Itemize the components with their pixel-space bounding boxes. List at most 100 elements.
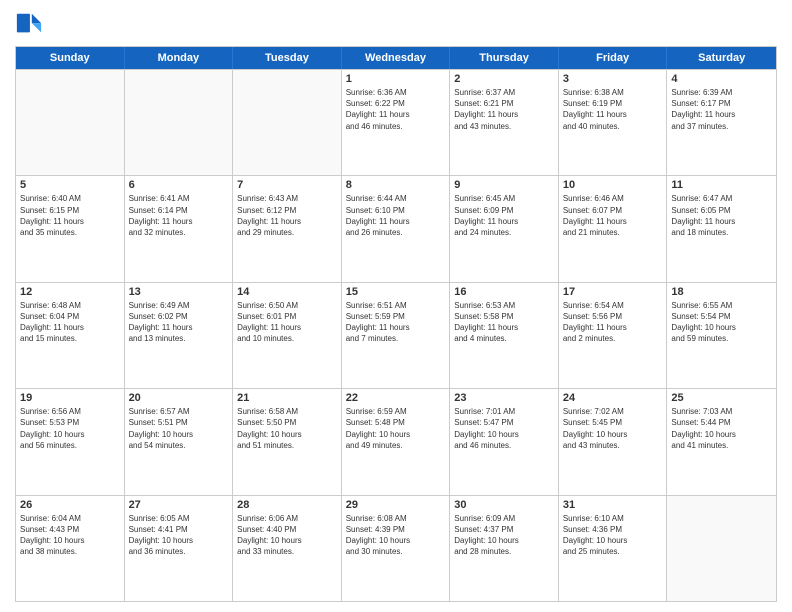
calendar-day-1: 1 Sunrise: 6:36 AM Sunset: 6:22 PM Daylig…	[342, 70, 451, 175]
day-number: 8	[346, 179, 446, 191]
calendar-day-2: 2Sunrise: 6:37 AM Sunset: 6:21 PM Daylig…	[450, 70, 559, 175]
day-info: Sunrise: 6:56 AM Sunset: 5:53 PM Dayligh…	[20, 406, 120, 451]
day-number: 6	[129, 179, 229, 191]
day-number: 2	[454, 73, 554, 85]
day-number: 31	[563, 499, 663, 511]
day-number: 19	[20, 392, 120, 404]
day-number: 27	[129, 499, 229, 511]
day-info: Sunrise: 6:51 AM Sunset: 5:59 PM Dayligh…	[346, 300, 446, 345]
calendar-day-9: 9 Sunrise: 6:45 AM Sunset: 6:09 PM Daylig…	[450, 176, 559, 281]
day-info: Sunrise: 6:55 AM Sunset: 5:54 PM Dayligh…	[671, 300, 772, 345]
day-info: Sunrise: 6:05 AM Sunset: 4:41 PM Dayligh…	[129, 513, 229, 558]
weekday-header-monday: Monday	[125, 47, 234, 69]
day-info: Sunrise: 6:46 AM Sunset: 6:07 PM Dayligh…	[563, 193, 663, 238]
page: SundayMondayTuesdayWednesdayThursdayFrid…	[0, 0, 792, 612]
logo	[15, 10, 47, 38]
day-number: 24	[563, 392, 663, 404]
calendar-day-26: 26 Sunrise: 6:04 AM Sunset: 4:43 PM Dayli…	[16, 496, 125, 601]
calendar-day-24: 24 Sunrise: 7:02 AM Sunset: 5:45 PM Dayli…	[559, 389, 668, 494]
calendar-day-25: 25 Sunrise: 7:03 AM Sunset: 5:44 PM Dayli…	[667, 389, 776, 494]
day-number: 20	[129, 392, 229, 404]
day-info: Sunrise: 6:58 AM Sunset: 5:50 PM Dayligh…	[237, 406, 337, 451]
day-number: 4	[671, 73, 772, 85]
day-info: Sunrise: 6:40 AM Sunset: 6:15 PM Dayligh…	[20, 193, 120, 238]
calendar-day-22: 22Sunrise: 6:59 AM Sunset: 5:48 PM Dayli…	[342, 389, 451, 494]
day-number: 29	[346, 499, 446, 511]
day-info: Sunrise: 6:36 AM Sunset: 6:22 PM Dayligh…	[346, 87, 446, 132]
day-info: Sunrise: 6:50 AM Sunset: 6:01 PM Dayligh…	[237, 300, 337, 345]
calendar-day-16: 16 Sunrise: 6:53 AM Sunset: 5:58 PM Dayli…	[450, 283, 559, 388]
calendar: SundayMondayTuesdayWednesdayThursdayFrid…	[15, 46, 777, 602]
weekday-header-sunday: Sunday	[16, 47, 125, 69]
weekday-header-tuesday: Tuesday	[233, 47, 342, 69]
calendar-body: 1 Sunrise: 6:36 AM Sunset: 6:22 PM Daylig…	[16, 69, 776, 601]
calendar-week-2: 5 Sunrise: 6:40 AM Sunset: 6:15 PM Daylig…	[16, 175, 776, 281]
day-number: 3	[563, 73, 663, 85]
calendar-day-28: 28 Sunrise: 6:06 AM Sunset: 4:40 PM Dayli…	[233, 496, 342, 601]
day-info: Sunrise: 6:54 AM Sunset: 5:56 PM Dayligh…	[563, 300, 663, 345]
day-number: 13	[129, 286, 229, 298]
calendar-week-4: 19 Sunrise: 6:56 AM Sunset: 5:53 PM Dayli…	[16, 388, 776, 494]
calendar-day-15: 15 Sunrise: 6:51 AM Sunset: 5:59 PM Dayli…	[342, 283, 451, 388]
weekday-header-wednesday: Wednesday	[342, 47, 451, 69]
day-info: Sunrise: 6:57 AM Sunset: 5:51 PM Dayligh…	[129, 406, 229, 451]
day-info: Sunrise: 7:02 AM Sunset: 5:45 PM Dayligh…	[563, 406, 663, 451]
calendar-day-3: 3 Sunrise: 6:38 AM Sunset: 6:19 PM Daylig…	[559, 70, 668, 175]
calendar-day-20: 20 Sunrise: 6:57 AM Sunset: 5:51 PM Dayli…	[125, 389, 234, 494]
day-info: Sunrise: 6:47 AM Sunset: 6:05 PM Dayligh…	[671, 193, 772, 238]
day-number: 22	[346, 392, 446, 404]
calendar-day-5: 5 Sunrise: 6:40 AM Sunset: 6:15 PM Daylig…	[16, 176, 125, 281]
day-number: 23	[454, 392, 554, 404]
day-info: Sunrise: 6:48 AM Sunset: 6:04 PM Dayligh…	[20, 300, 120, 345]
calendar-day-27: 27 Sunrise: 6:05 AM Sunset: 4:41 PM Dayli…	[125, 496, 234, 601]
day-info: Sunrise: 7:03 AM Sunset: 5:44 PM Dayligh…	[671, 406, 772, 451]
day-info: Sunrise: 6:06 AM Sunset: 4:40 PM Dayligh…	[237, 513, 337, 558]
day-number: 14	[237, 286, 337, 298]
calendar-day-23: 23 Sunrise: 7:01 AM Sunset: 5:47 PM Dayli…	[450, 389, 559, 494]
day-number: 16	[454, 286, 554, 298]
weekday-header-saturday: Saturday	[667, 47, 776, 69]
day-number: 18	[671, 286, 772, 298]
calendar-day-empty	[233, 70, 342, 175]
calendar-day-17: 17 Sunrise: 6:54 AM Sunset: 5:56 PM Dayli…	[559, 283, 668, 388]
calendar-day-31: 31Sunrise: 6:10 AM Sunset: 4:36 PM Dayli…	[559, 496, 668, 601]
calendar-day-6: 6 Sunrise: 6:41 AM Sunset: 6:14 PM Daylig…	[125, 176, 234, 281]
weekday-header-thursday: Thursday	[450, 47, 559, 69]
day-number: 10	[563, 179, 663, 191]
day-number: 12	[20, 286, 120, 298]
calendar-day-empty	[667, 496, 776, 601]
day-info: Sunrise: 6:41 AM Sunset: 6:14 PM Dayligh…	[129, 193, 229, 238]
day-number: 15	[346, 286, 446, 298]
calendar-day-18: 18 Sunrise: 6:55 AM Sunset: 5:54 PM Dayli…	[667, 283, 776, 388]
day-info: Sunrise: 6:43 AM Sunset: 6:12 PM Dayligh…	[237, 193, 337, 238]
day-info: Sunrise: 6:39 AM Sunset: 6:17 PM Dayligh…	[671, 87, 772, 132]
day-number: 17	[563, 286, 663, 298]
calendar-day-10: 10 Sunrise: 6:46 AM Sunset: 6:07 PM Dayli…	[559, 176, 668, 281]
day-number: 1	[346, 73, 446, 85]
calendar-day-11: 11 Sunrise: 6:47 AM Sunset: 6:05 PM Dayli…	[667, 176, 776, 281]
calendar-day-30: 30Sunrise: 6:09 AM Sunset: 4:37 PM Dayli…	[450, 496, 559, 601]
day-info: Sunrise: 6:44 AM Sunset: 6:10 PM Dayligh…	[346, 193, 446, 238]
day-number: 5	[20, 179, 120, 191]
header	[15, 10, 777, 38]
day-number: 28	[237, 499, 337, 511]
day-number: 30	[454, 499, 554, 511]
calendar-day-8: 8 Sunrise: 6:44 AM Sunset: 6:10 PM Daylig…	[342, 176, 451, 281]
calendar-day-13: 13Sunrise: 6:49 AM Sunset: 6:02 PM Dayli…	[125, 283, 234, 388]
day-number: 7	[237, 179, 337, 191]
calendar-week-1: 1 Sunrise: 6:36 AM Sunset: 6:22 PM Daylig…	[16, 69, 776, 175]
calendar-day-19: 19 Sunrise: 6:56 AM Sunset: 5:53 PM Dayli…	[16, 389, 125, 494]
day-info: Sunrise: 6:53 AM Sunset: 5:58 PM Dayligh…	[454, 300, 554, 345]
day-number: 26	[20, 499, 120, 511]
calendar-day-21: 21 Sunrise: 6:58 AM Sunset: 5:50 PM Dayli…	[233, 389, 342, 494]
day-number: 21	[237, 392, 337, 404]
day-number: 11	[671, 179, 772, 191]
day-number: 9	[454, 179, 554, 191]
day-info: Sunrise: 6:45 AM Sunset: 6:09 PM Dayligh…	[454, 193, 554, 238]
calendar-day-empty	[125, 70, 234, 175]
day-info: Sunrise: 7:01 AM Sunset: 5:47 PM Dayligh…	[454, 406, 554, 451]
calendar-day-7: 7 Sunrise: 6:43 AM Sunset: 6:12 PM Daylig…	[233, 176, 342, 281]
day-info: Sunrise: 6:04 AM Sunset: 4:43 PM Dayligh…	[20, 513, 120, 558]
day-number: 25	[671, 392, 772, 404]
day-info: Sunrise: 6:38 AM Sunset: 6:19 PM Dayligh…	[563, 87, 663, 132]
